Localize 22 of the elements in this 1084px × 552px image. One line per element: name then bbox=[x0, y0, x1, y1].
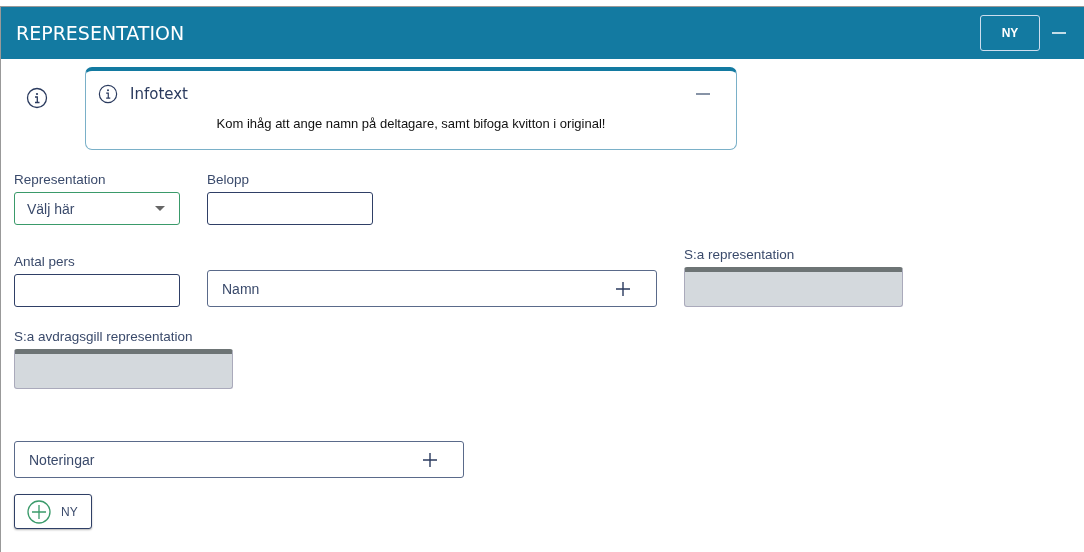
add-field[interactable]: Noteringar bbox=[14, 441, 464, 478]
field-label: Representation bbox=[14, 172, 107, 187]
select-dropdown[interactable]: Välj här bbox=[14, 192, 180, 225]
plus-circle-icon bbox=[27, 499, 51, 524]
info-icon[interactable] bbox=[26, 87, 48, 109]
field-label: S:a representation bbox=[684, 247, 796, 262]
info-message: Kom ihåg att ange namn på deltagare, samt bifoga kvitton i original! bbox=[215, 116, 607, 131]
info-title: Infotext bbox=[130, 85, 189, 103]
field-label: S:a avdragsgill representation bbox=[14, 329, 194, 344]
field-label: Antal pers bbox=[14, 254, 76, 269]
plus-icon bbox=[616, 281, 630, 296]
panel-title: REPRESENTATION bbox=[16, 22, 185, 44]
caret-icon bbox=[155, 206, 165, 211]
info-icon bbox=[98, 84, 118, 104]
collapse-icon[interactable] bbox=[696, 92, 710, 96]
add-field[interactable]: Namn bbox=[207, 270, 657, 307]
input-field[interactable] bbox=[14, 274, 180, 307]
plus-icon bbox=[423, 452, 437, 467]
add-new-button[interactable]: NY bbox=[14, 494, 92, 529]
field-label: Belopp bbox=[207, 172, 251, 187]
input-field[interactable] bbox=[207, 192, 373, 225]
new-button[interactable]: NY bbox=[980, 15, 1040, 51]
